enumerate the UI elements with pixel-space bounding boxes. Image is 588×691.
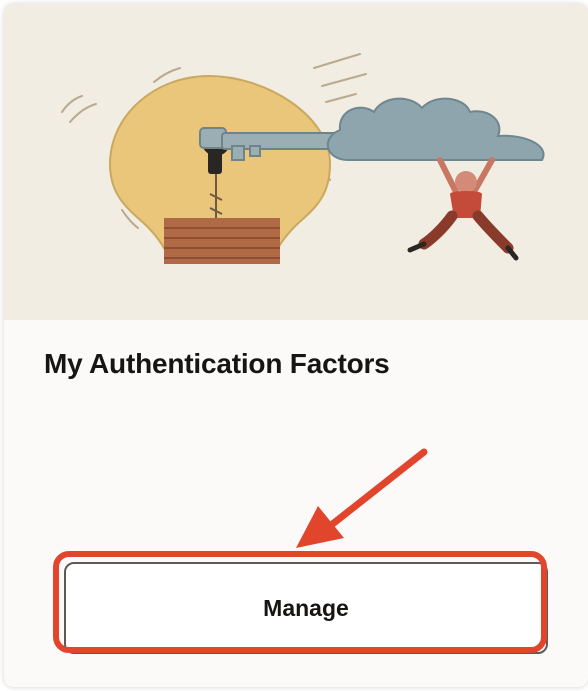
cloud-icon xyxy=(326,97,545,161)
manage-button[interactable]: Manage xyxy=(64,562,548,654)
authentication-factors-card: My Authentication Factors Manage xyxy=(4,4,588,687)
card-title: My Authentication Factors xyxy=(44,348,390,379)
lightbulb-base xyxy=(164,218,280,264)
manage-button-label: Manage xyxy=(263,594,349,621)
lightbulb-key-cloud-illustration xyxy=(61,53,545,264)
person-figure xyxy=(407,157,519,261)
page: My Authentication Factors Manage xyxy=(0,0,588,691)
card-illustration xyxy=(4,4,588,320)
